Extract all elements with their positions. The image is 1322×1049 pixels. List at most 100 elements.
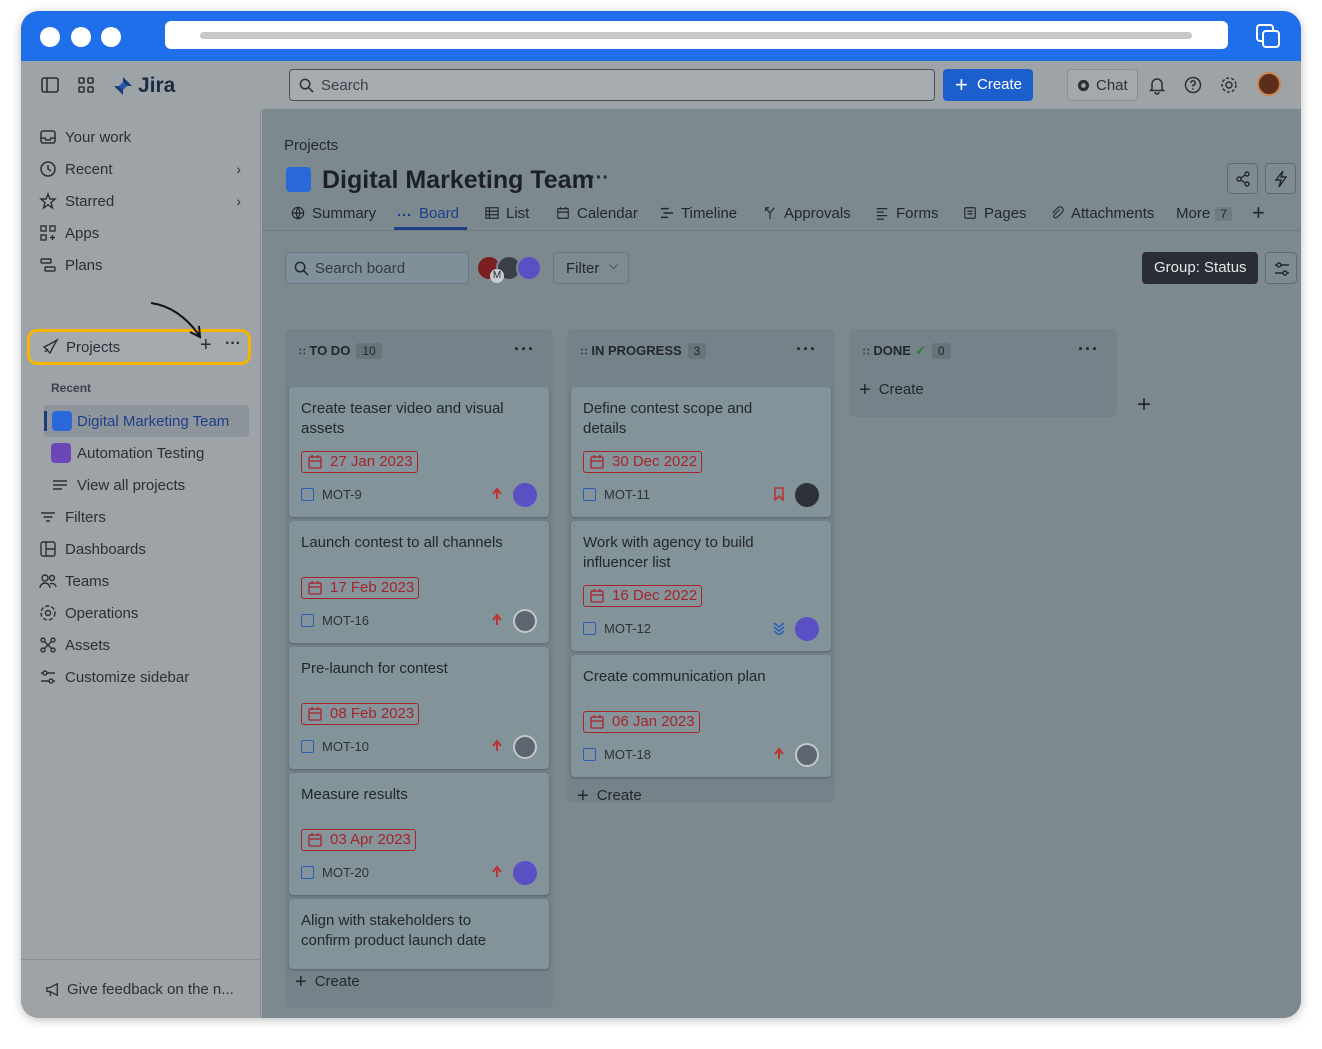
sidebar-view-all-projects[interactable]: View all projects bbox=[51, 471, 251, 499]
column-create-button[interactable]: + Create bbox=[295, 971, 360, 994]
sidebar-item-dashboards[interactable]: Dashboards bbox=[39, 535, 251, 563]
issue-card[interactable]: Work with agency to build influencer lis… bbox=[571, 521, 831, 651]
issue-card[interactable]: Launch contest to all channels 17 Feb 20… bbox=[289, 521, 549, 643]
chat-button[interactable]: Chat bbox=[1067, 69, 1138, 101]
tab-board[interactable]: ··· Board bbox=[397, 205, 459, 224]
board-settings-button[interactable] bbox=[1265, 252, 1297, 284]
issue-card[interactable]: Create communication plan 06 Jan 2023 MO… bbox=[571, 655, 831, 777]
create-label: Create bbox=[977, 76, 1023, 93]
sidebar-item-label: Customize sidebar bbox=[65, 669, 190, 686]
drag-handle-icon[interactable]: ∷ bbox=[863, 347, 869, 358]
tab-calendar[interactable]: Calendar bbox=[555, 205, 638, 222]
tab-more[interactable]: More 7 bbox=[1176, 205, 1232, 222]
sidebar-item-plans[interactable]: Plans bbox=[39, 251, 251, 279]
create-button[interactable]: + Create bbox=[943, 69, 1033, 101]
settings-gear-icon[interactable] bbox=[1219, 75, 1239, 95]
plus-icon: + bbox=[295, 971, 307, 993]
unassigned-avatar-icon[interactable] bbox=[795, 743, 819, 767]
sidebar-project-automation-testing[interactable]: Automation Testing bbox=[51, 439, 251, 467]
jira-logo-text[interactable]: Jira bbox=[138, 74, 175, 98]
user-avatar[interactable] bbox=[1257, 72, 1281, 96]
notifications-bell-icon[interactable] bbox=[1147, 75, 1167, 95]
column-more-icon[interactable]: ··· bbox=[796, 339, 817, 360]
assignee-avatar[interactable] bbox=[513, 861, 537, 885]
breadcrumb[interactable]: Projects bbox=[284, 137, 338, 154]
board-search-input[interactable]: Search board bbox=[285, 252, 469, 284]
task-checkbox-icon bbox=[301, 740, 314, 753]
tab-pages[interactable]: Pages bbox=[962, 205, 1027, 222]
add-tab-plus-icon[interactable]: + bbox=[1252, 200, 1265, 226]
project-header: Projects Digital Marketing Team ··· Summ… bbox=[262, 109, 1301, 231]
help-icon[interactable] bbox=[1183, 75, 1203, 95]
priority-high-icon bbox=[774, 747, 784, 759]
sidebar-item-starred[interactable]: Starred › bbox=[39, 187, 251, 215]
drag-handle-icon[interactable]: ∷ bbox=[299, 347, 305, 358]
chevron-right-icon[interactable]: › bbox=[236, 161, 241, 177]
column-create-button[interactable]: + Create bbox=[859, 379, 924, 402]
sidebar-item-operations[interactable]: Operations bbox=[39, 599, 251, 627]
group-by-button[interactable]: Group: Status bbox=[1142, 252, 1258, 284]
global-search-input[interactable]: Search bbox=[289, 69, 935, 101]
column-more-icon[interactable]: ··· bbox=[514, 339, 535, 360]
sidebar-item-recent[interactable]: Recent › bbox=[39, 155, 251, 183]
sidebar-item-teams[interactable]: Teams bbox=[39, 567, 251, 595]
avatar[interactable] bbox=[516, 255, 542, 281]
chevron-right-icon[interactable]: › bbox=[236, 193, 241, 209]
issue-key-text: MOT-20 bbox=[322, 865, 369, 880]
sidebar-item-projects[interactable]: Projects + ··· bbox=[27, 329, 251, 365]
column-more-icon[interactable]: ··· bbox=[1078, 339, 1099, 360]
task-checkbox-icon bbox=[301, 866, 314, 879]
filter-button[interactable]: Filter ⌵ bbox=[553, 252, 629, 284]
automation-button[interactable] bbox=[1265, 163, 1296, 194]
tab-list[interactable]: List bbox=[484, 205, 529, 222]
tab-attachments[interactable]: Attachments bbox=[1049, 205, 1154, 222]
sidebar-toggle-icon[interactable] bbox=[40, 75, 60, 95]
group-label: Group: Status bbox=[1154, 259, 1247, 276]
due-date-badge: 06 Jan 2023 bbox=[583, 711, 700, 733]
more-options-icon[interactable]: ··· bbox=[225, 335, 241, 353]
window-maximize-dot[interactable] bbox=[101, 27, 121, 47]
tab-summary[interactable]: Summary bbox=[290, 205, 376, 222]
unassigned-avatar-icon[interactable] bbox=[513, 609, 537, 633]
share-button[interactable] bbox=[1227, 163, 1258, 194]
column-in-progress: ∷ IN PROGRESS 3 ··· Define contest scope a… bbox=[567, 329, 835, 807]
tabs-overview-icon[interactable] bbox=[1255, 23, 1281, 49]
give-feedback-link[interactable]: Give feedback on the n... bbox=[21, 959, 260, 1018]
main-content: Projects Digital Marketing Team ··· Summ… bbox=[262, 109, 1301, 1018]
project-avatar-icon bbox=[52, 411, 72, 431]
sidebar-item-customize-sidebar[interactable]: Customize sidebar bbox=[39, 663, 251, 691]
sidebar-item-your-work[interactable]: Your work bbox=[39, 123, 251, 151]
sidebar-project-digital-marketing-team[interactable]: Digital Marketing Team bbox=[44, 405, 249, 437]
list-table-icon bbox=[485, 207, 499, 219]
drag-handle-icon[interactable]: ∷ bbox=[581, 347, 587, 358]
card-title: Align with stakeholders to confirm produ… bbox=[301, 912, 487, 949]
sidebar-item-filters[interactable]: Filters bbox=[39, 503, 251, 531]
column-to-do: ∷ TO DO 10 ··· Create teaser video and vis… bbox=[285, 329, 553, 1008]
window-minimize-dot[interactable] bbox=[71, 27, 91, 47]
issue-card[interactable]: Define contest scope and details 30 Dec … bbox=[571, 387, 831, 517]
tab-approvals[interactable]: Approvals bbox=[762, 205, 851, 222]
project-more-icon[interactable]: ··· bbox=[589, 167, 609, 190]
issue-card[interactable]: Pre-launch for contest 08 Feb 2023 MOT-1… bbox=[289, 647, 549, 769]
column-create-button[interactable]: + Create bbox=[577, 785, 642, 808]
board-search-placeholder: Search board bbox=[315, 260, 406, 277]
issue-card[interactable]: Align with stakeholders to confirm produ… bbox=[289, 899, 549, 969]
tab-forms[interactable]: Forms bbox=[874, 205, 939, 222]
sidebar-item-apps[interactable]: Apps bbox=[39, 219, 251, 247]
address-bar[interactable] bbox=[165, 21, 1228, 49]
window-close-dot[interactable] bbox=[40, 27, 60, 47]
tab-timeline[interactable]: Timeline bbox=[659, 205, 737, 222]
column-count-badge: 10 bbox=[356, 343, 382, 359]
sidebar-item-assets[interactable]: Assets bbox=[39, 631, 251, 659]
app-switcher-icon[interactable] bbox=[76, 75, 96, 95]
assignee-avatar[interactable] bbox=[795, 483, 819, 507]
assignee-avatar[interactable] bbox=[513, 483, 537, 507]
issue-card[interactable]: Create teaser video and visual assets 27… bbox=[289, 387, 549, 517]
add-column-plus-icon[interactable]: + bbox=[1137, 391, 1151, 419]
assignee-avatar[interactable] bbox=[795, 617, 819, 641]
sliders-icon bbox=[1275, 262, 1289, 276]
issue-card[interactable]: Measure results 03 Apr 2023 MOT-20 bbox=[289, 773, 549, 895]
filter-label: Filter bbox=[566, 260, 600, 277]
avatar-initial-badge: M bbox=[490, 269, 504, 283]
unassigned-avatar-icon[interactable] bbox=[513, 735, 537, 759]
